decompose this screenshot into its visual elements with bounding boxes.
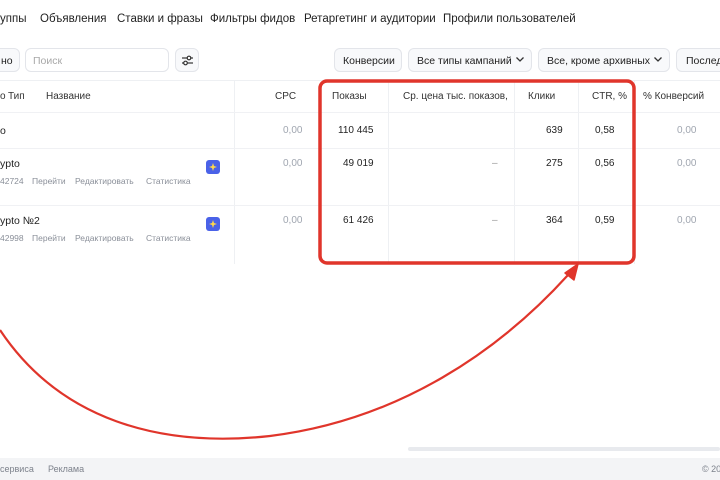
column-header-name[interactable]: Название <box>46 91 91 102</box>
edit-link[interactable]: Редактировать <box>75 233 134 243</box>
column-header-partial: о <box>0 91 6 102</box>
avg-cpm-value: – <box>492 215 498 226</box>
cpc-value: 0,00 <box>283 158 303 169</box>
column-divider <box>388 81 389 264</box>
sparkle-icon <box>209 163 217 171</box>
column-header-type[interactable]: Тип <box>8 91 25 102</box>
nav-tab-bids-phrases[interactable]: Ставки и фразы <box>117 13 203 25</box>
chevron-down-icon <box>516 57 524 62</box>
nav-tab-user-profiles[interactable]: Профили пользователей <box>443 13 576 25</box>
ctr-value: 0,56 <box>595 158 615 169</box>
cpc-value: 0,00 <box>283 215 303 226</box>
campaign-type-label: Все типы кампаний <box>417 55 512 67</box>
partial-dropdown[interactable]: но <box>0 48 20 72</box>
column-header-ctr[interactable]: CTR, % <box>592 91 627 102</box>
sparkle-icon <box>209 220 217 228</box>
row-divider <box>0 205 720 206</box>
total-impressions: 110 445 <box>338 125 374 136</box>
go-to-link[interactable]: Перейти <box>32 233 66 243</box>
archive-filter-label: Все, кроме архивных <box>547 55 651 67</box>
campaign-id: 42998 <box>0 233 24 243</box>
row-divider <box>0 148 720 149</box>
total-ctr: 0,58 <box>595 125 615 136</box>
sliders-icon <box>182 55 193 66</box>
chevron-down-icon <box>654 57 662 62</box>
filter-settings-button[interactable] <box>175 48 199 72</box>
column-divider <box>514 81 515 264</box>
row-divider <box>0 112 720 113</box>
go-to-link[interactable]: Перейти <box>32 176 66 186</box>
column-divider <box>634 81 635 264</box>
total-cpc: 0,00 <box>283 125 303 136</box>
partial-dropdown-label: но <box>1 55 13 67</box>
campaign-name[interactable]: ypto <box>0 158 20 170</box>
footer-service-link[interactable]: сервиса <box>0 464 34 474</box>
campaign-type-select[interactable]: Все типы кампаний <box>408 48 532 72</box>
total-clicks: 639 <box>546 125 563 136</box>
clicks-value: 275 <box>546 158 563 169</box>
column-divider <box>234 81 235 264</box>
conversion-rate-value: 0,00 <box>677 158 697 169</box>
period-select-label: Послед <box>686 55 720 67</box>
conversions-filter-button[interactable]: Конверсии <box>334 48 402 72</box>
total-conversion-rate: 0,00 <box>677 125 697 136</box>
horizontal-scrollbar[interactable] <box>408 447 720 451</box>
page-footer: сервиса Реклама © 20 <box>0 458 720 480</box>
nav-tab-feed-filters[interactable]: Фильтры фидов <box>210 13 295 25</box>
campaign-name[interactable]: ypto №2 <box>0 215 40 227</box>
footer-copyright: © 20 <box>702 464 720 474</box>
column-header-cpc[interactable]: CPC <box>275 91 296 102</box>
edit-link[interactable]: Редактировать <box>75 176 134 186</box>
archive-filter-select[interactable]: Все, кроме архивных <box>538 48 670 72</box>
column-header-impressions[interactable]: Показы <box>332 91 367 102</box>
conversion-rate-value: 0,00 <box>677 215 697 226</box>
impressions-value: 49 019 <box>343 158 374 169</box>
avg-cpm-value: – <box>492 158 498 169</box>
nav-tab-ads[interactable]: Объявления <box>40 13 107 25</box>
campaign-stats-table: о Тип Название CPC Показы Ср. цена тыс. … <box>0 80 720 264</box>
column-divider <box>578 81 579 264</box>
period-select[interactable]: Послед <box>676 48 720 72</box>
column-header-avg-cpm[interactable]: Ср. цена тыс. показов, <box>403 91 508 102</box>
annotation-arrow-curve <box>0 274 569 440</box>
annotation-arrow-head <box>564 263 579 281</box>
nav-tab-groups[interactable]: уппы <box>0 13 26 25</box>
impressions-value: 61 426 <box>343 215 374 226</box>
statistics-link[interactable]: Статистика <box>146 233 191 243</box>
search-placeholder: Поиск <box>33 55 63 67</box>
campaign-type-icon <box>206 217 220 231</box>
filter-toolbar: но Поиск Конверсии Все типы кампаний Все… <box>0 45 720 77</box>
total-row-label: о <box>0 125 6 137</box>
top-navigation: уппы Объявления Ставки и фразы Фильтры ф… <box>0 0 720 42</box>
ctr-value: 0,59 <box>595 215 615 226</box>
campaign-id: 42724 <box>0 176 24 186</box>
footer-ads-link[interactable]: Реклама <box>48 464 84 474</box>
statistics-link[interactable]: Статистика <box>146 176 191 186</box>
campaign-type-icon <box>206 160 220 174</box>
column-header-clicks[interactable]: Клики <box>528 91 555 102</box>
column-header-conversion-rate[interactable]: % Конверсий <box>643 91 704 102</box>
search-input[interactable]: Поиск <box>25 48 169 72</box>
conversions-filter-label: Конверсии <box>343 55 395 67</box>
nav-tab-retargeting[interactable]: Ретаргетинг и аудитории <box>304 13 436 25</box>
clicks-value: 364 <box>546 215 563 226</box>
